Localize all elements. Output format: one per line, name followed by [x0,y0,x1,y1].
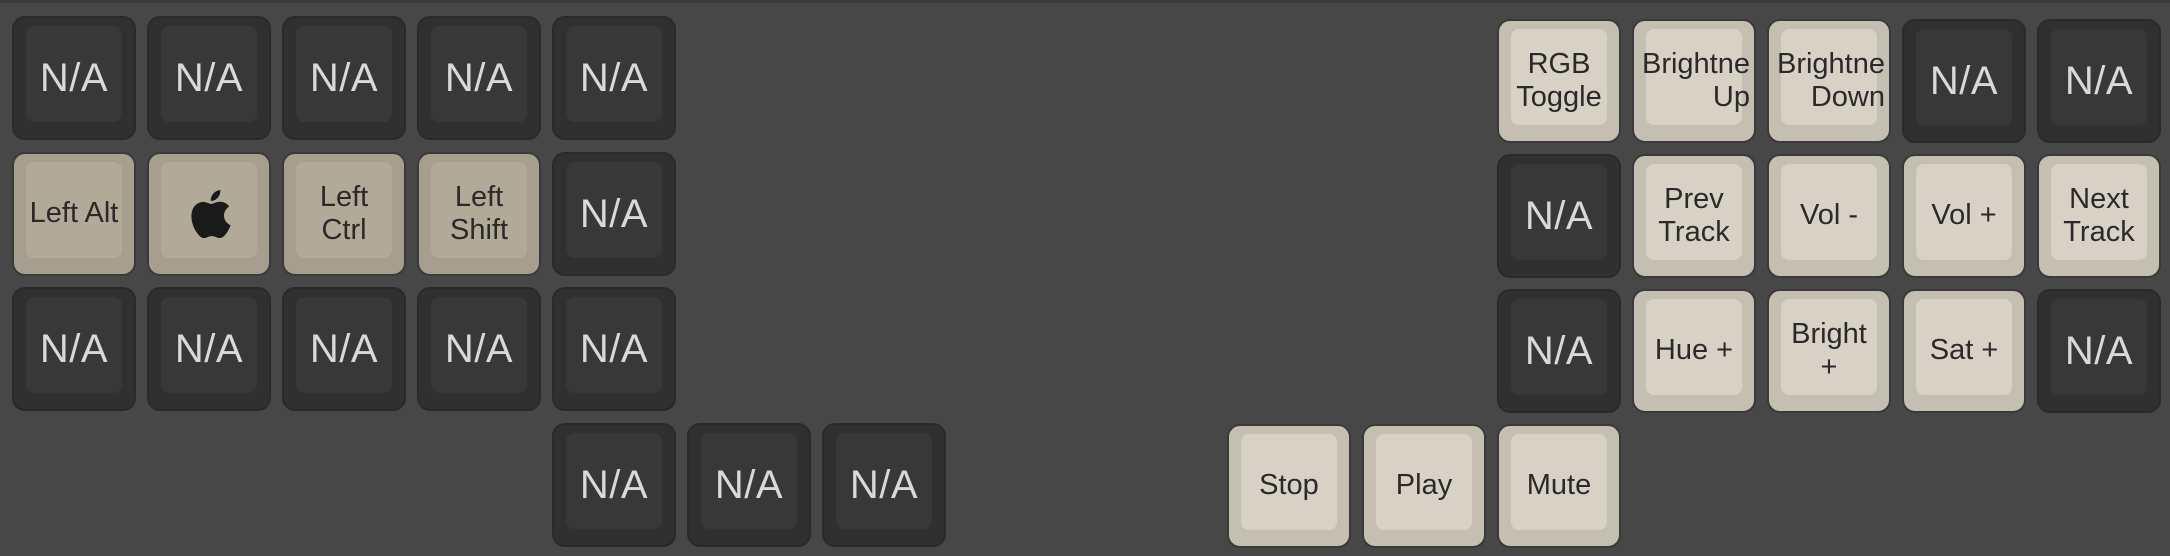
key-prev-track[interactable]: Prev Track [1632,154,1756,278]
key-right-r1-c5[interactable]: N/A [2037,19,2161,143]
key-label: Vol - [1799,199,1859,232]
key-label: Hue + [1654,334,1734,367]
key-label: N/A [579,56,649,100]
key-media-play[interactable]: Play [1362,424,1486,548]
key-left-r1-c3[interactable]: N/A [282,16,406,140]
key-label: Vol + [1931,199,1997,232]
key-right-r1-c4[interactable]: N/A [1902,19,2026,143]
key-left-r1-c2[interactable]: N/A [147,16,271,140]
key-label: N/A [309,327,379,371]
key-label: Brightne Down [1776,47,1885,113]
key-left-r3-c1[interactable]: N/A [12,287,136,411]
key-label: N/A [39,56,109,100]
key-media-stop[interactable]: Stop [1227,424,1351,548]
key-left-r1-c4[interactable]: N/A [417,16,541,140]
key-right-r3-c5[interactable]: N/A [2037,289,2161,413]
key-left-ctrl[interactable]: Left Ctrl [282,152,406,276]
key-label: Stop [1259,469,1319,502]
key-left-thumb-2[interactable]: N/A [687,423,811,547]
key-label: N/A [309,56,379,100]
key-label: N/A [1524,329,1594,373]
key-volume-down[interactable]: Vol - [1767,154,1891,278]
key-label: N/A [1524,194,1594,238]
key-brightness-down[interactable]: Brightne Down [1767,19,1891,143]
key-sat-up[interactable]: Sat + [1902,289,2026,413]
key-label: Bright + [1791,317,1867,383]
key-left-r3-c4[interactable]: N/A [417,287,541,411]
key-label: Sat + [1929,334,1999,367]
key-left-alt[interactable]: Left Alt [12,152,136,276]
key-brightness-up[interactable]: Brightne Up [1632,19,1756,143]
keyboard-layout: N/A N/A N/A N/A N/A Left Alt Left Ctrl L… [0,0,2170,556]
key-bright-up[interactable]: Bright + [1767,289,1891,413]
key-volume-up[interactable]: Vol + [1902,154,2026,278]
key-left-r2-c5[interactable]: N/A [552,152,676,276]
key-label: N/A [1929,59,1999,103]
key-label: N/A [174,56,244,100]
key-left-thumb-1[interactable]: N/A [552,423,676,547]
key-label: Next Track [2063,182,2135,248]
key-label: Mute [1526,469,1592,502]
key-label: N/A [714,463,784,507]
key-label: N/A [2064,329,2134,373]
key-mute[interactable]: Mute [1497,424,1621,548]
apple-logo-icon [186,154,232,275]
key-label: Prev Track [1658,182,1730,248]
key-label: Brightne Up [1641,47,1750,113]
key-label: N/A [579,463,649,507]
key-next-track[interactable]: Next Track [2037,154,2161,278]
key-label: N/A [579,192,649,236]
key-label: N/A [849,463,919,507]
key-label: N/A [444,327,514,371]
key-left-r1-c5[interactable]: N/A [552,16,676,140]
key-label: N/A [579,327,649,371]
key-left-shift[interactable]: Left Shift [417,152,541,276]
key-label: Left Ctrl [319,180,369,246]
key-left-r3-c2[interactable]: N/A [147,287,271,411]
key-left-thumb-3[interactable]: N/A [822,423,946,547]
key-hue-up[interactable]: Hue + [1632,289,1756,413]
key-right-r2-c1[interactable]: N/A [1497,154,1621,278]
key-right-r3-c1[interactable]: N/A [1497,289,1621,413]
key-label: RGB Toggle [1516,47,1602,113]
key-label: Left Alt [29,197,119,230]
key-label: N/A [444,56,514,100]
key-label: N/A [39,327,109,371]
key-label: Left Shift [449,180,509,246]
key-left-r1-c1[interactable]: N/A [12,16,136,140]
key-rgb-toggle[interactable]: RGB Toggle [1497,19,1621,143]
key-left-gui[interactable] [147,152,271,276]
key-label: N/A [174,327,244,371]
key-left-r3-c3[interactable]: N/A [282,287,406,411]
key-label: Play [1395,469,1453,502]
key-label: N/A [2064,59,2134,103]
key-left-r3-c5[interactable]: N/A [552,287,676,411]
